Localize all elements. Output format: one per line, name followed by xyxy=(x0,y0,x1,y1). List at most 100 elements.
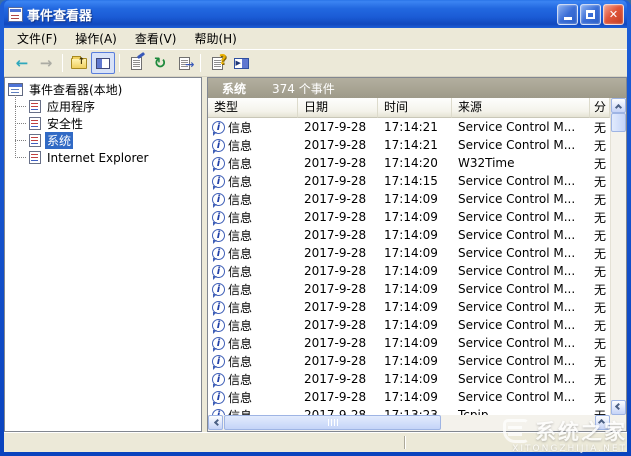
scroll-up-button[interactable] xyxy=(611,98,626,113)
up-one-level-button[interactable] xyxy=(67,52,91,74)
event-date: 2017-9-28 xyxy=(298,282,378,296)
tree-item[interactable]: Internet Explorer xyxy=(29,149,201,166)
properties-icon xyxy=(131,57,142,70)
information-event-icon: i xyxy=(212,391,225,404)
information-event-icon: i xyxy=(212,355,225,368)
event-time: 17:14:09 xyxy=(378,228,452,242)
event-row[interactable]: i信息 2017-9-28 17:14:20 W32Time 无 xyxy=(208,154,610,172)
event-type: 信息 xyxy=(228,155,252,172)
event-date: 2017-9-28 xyxy=(298,264,378,278)
column-header-type[interactable]: 类型 xyxy=(208,98,298,118)
scroll-right-button[interactable] xyxy=(595,415,610,430)
maximize-button[interactable] xyxy=(580,4,601,25)
event-source: Service Control M... xyxy=(452,318,590,332)
event-category: 无 xyxy=(590,317,610,334)
event-row[interactable]: i信息 2017-9-28 17:14:09 Service Control M… xyxy=(208,244,610,262)
show-description-bar-button[interactable] xyxy=(229,52,253,74)
view-event-count: 374 个事件 xyxy=(272,80,335,97)
information-event-icon: i xyxy=(212,319,225,332)
refresh-icon: ↻ xyxy=(154,56,167,71)
back-button[interactable]: ← xyxy=(10,52,34,74)
event-row[interactable]: i信息 2017-9-28 17:14:09 Service Control M… xyxy=(208,262,610,280)
tree-item[interactable]: 安全性 xyxy=(29,115,201,132)
event-row[interactable]: i信息 2017-9-28 17:14:09 Service Control M… xyxy=(208,316,610,334)
minimize-button[interactable] xyxy=(557,4,578,25)
event-source: Service Control M... xyxy=(452,192,590,206)
vertical-scroll-thumb[interactable] xyxy=(611,113,626,132)
event-row[interactable]: i信息 2017-9-28 17:14:09 Service Control M… xyxy=(208,208,610,226)
menu-bar: 文件(F) 操作(A) 查看(V) 帮助(H) xyxy=(4,28,627,50)
event-row[interactable]: i信息 2017-9-28 17:14:09 Service Control M… xyxy=(208,334,610,352)
event-source: Service Control M... xyxy=(452,174,590,188)
event-category: 无 xyxy=(590,335,610,352)
console-tree-panel: 事件查看器(本地) 应用程序 安全性 系统 Internet Explorer xyxy=(4,77,202,432)
app-icon xyxy=(8,7,23,22)
information-event-icon: i xyxy=(212,301,225,314)
vertical-scrollbar[interactable] xyxy=(610,98,626,415)
forward-button[interactable]: → xyxy=(34,52,58,74)
column-header-row: 类型 日期 时间 来源 分 xyxy=(208,98,626,118)
event-time: 17:14:09 xyxy=(378,246,452,260)
chevron-up-icon xyxy=(615,103,622,110)
column-header-source[interactable]: 来源 xyxy=(452,98,590,118)
event-category: 无 xyxy=(590,263,610,280)
column-header-date[interactable]: 日期 xyxy=(298,98,378,118)
event-row[interactable]: i信息 2017-9-28 17:14:09 Service Control M… xyxy=(208,280,610,298)
event-type: 信息 xyxy=(228,245,252,262)
event-row[interactable]: i信息 2017-9-28 17:14:21 Service Control M… xyxy=(208,136,610,154)
refresh-button[interactable]: ↻ xyxy=(148,52,172,74)
event-row[interactable]: i信息 2017-9-28 17:14:09 Service Control M… xyxy=(208,352,610,370)
event-date: 2017-9-28 xyxy=(298,138,378,152)
column-header-time[interactable]: 时间 xyxy=(378,98,452,118)
event-type: 信息 xyxy=(228,137,252,154)
event-type: 信息 xyxy=(228,317,252,334)
event-date: 2017-9-28 xyxy=(298,210,378,224)
event-date: 2017-9-28 xyxy=(298,390,378,404)
event-row[interactable]: i信息 2017-9-28 17:14:09 Service Control M… xyxy=(208,226,610,244)
information-event-icon: i xyxy=(212,211,225,224)
event-time: 17:14:09 xyxy=(378,372,452,386)
event-source: Service Control M... xyxy=(452,300,590,314)
close-button[interactable]: ✕ xyxy=(603,4,624,25)
event-row[interactable]: i信息 2017-9-28 17:14:09 Service Control M… xyxy=(208,388,610,406)
event-row[interactable]: i信息 2017-9-28 17:14:15 Service Control M… xyxy=(208,172,610,190)
event-time: 17:14:09 xyxy=(378,300,452,314)
event-row[interactable]: i信息 2017-9-28 17:14:09 Service Control M… xyxy=(208,190,610,208)
tree-root[interactable]: 事件查看器(本地) xyxy=(8,81,201,98)
menu-action[interactable]: 操作(A) xyxy=(66,28,126,49)
event-time: 17:14:09 xyxy=(378,354,452,368)
event-date: 2017-9-28 xyxy=(298,300,378,314)
column-header-category[interactable]: 分 xyxy=(590,98,610,118)
event-source: Service Control M... xyxy=(452,210,590,224)
menu-view[interactable]: 查看(V) xyxy=(126,28,186,49)
show-hide-console-tree-button[interactable] xyxy=(91,52,115,74)
horizontal-scrollbar[interactable] xyxy=(208,415,610,431)
tree-item[interactable]: 应用程序 xyxy=(29,98,201,115)
event-log-icon xyxy=(29,151,41,164)
export-list-button[interactable]: → xyxy=(172,52,196,74)
event-category: 无 xyxy=(590,119,610,136)
window-title: 事件查看器 xyxy=(27,5,557,24)
export-list-icon: → xyxy=(179,57,190,70)
information-event-icon: i xyxy=(212,337,225,350)
event-date: 2017-9-28 xyxy=(298,174,378,188)
event-time: 17:14:09 xyxy=(378,336,452,350)
scroll-left-button[interactable] xyxy=(208,415,223,430)
event-row[interactable]: i信息 2017-9-28 17:14:09 Service Control M… xyxy=(208,370,610,388)
event-row[interactable]: i信息 2017-9-28 17:14:09 Service Control M… xyxy=(208,298,610,316)
scroll-down-button[interactable] xyxy=(611,400,626,415)
event-category: 无 xyxy=(590,227,610,244)
event-time: 17:14:15 xyxy=(378,174,452,188)
event-date: 2017-9-28 xyxy=(298,120,378,134)
event-type: 信息 xyxy=(228,263,252,280)
horizontal-scroll-thumb[interactable] xyxy=(224,415,441,430)
menu-file[interactable]: 文件(F) xyxy=(8,28,66,49)
menu-help[interactable]: 帮助(H) xyxy=(185,28,245,49)
properties-button[interactable] xyxy=(124,52,148,74)
event-type: 信息 xyxy=(228,389,252,406)
event-row[interactable]: i信息 2017-9-28 17:14:21 Service Control M… xyxy=(208,118,610,136)
help-button[interactable]: ? xyxy=(205,52,229,74)
tree-item[interactable]: 系统 xyxy=(29,132,201,149)
event-date: 2017-9-28 xyxy=(298,192,378,206)
maximize-icon xyxy=(586,10,595,19)
